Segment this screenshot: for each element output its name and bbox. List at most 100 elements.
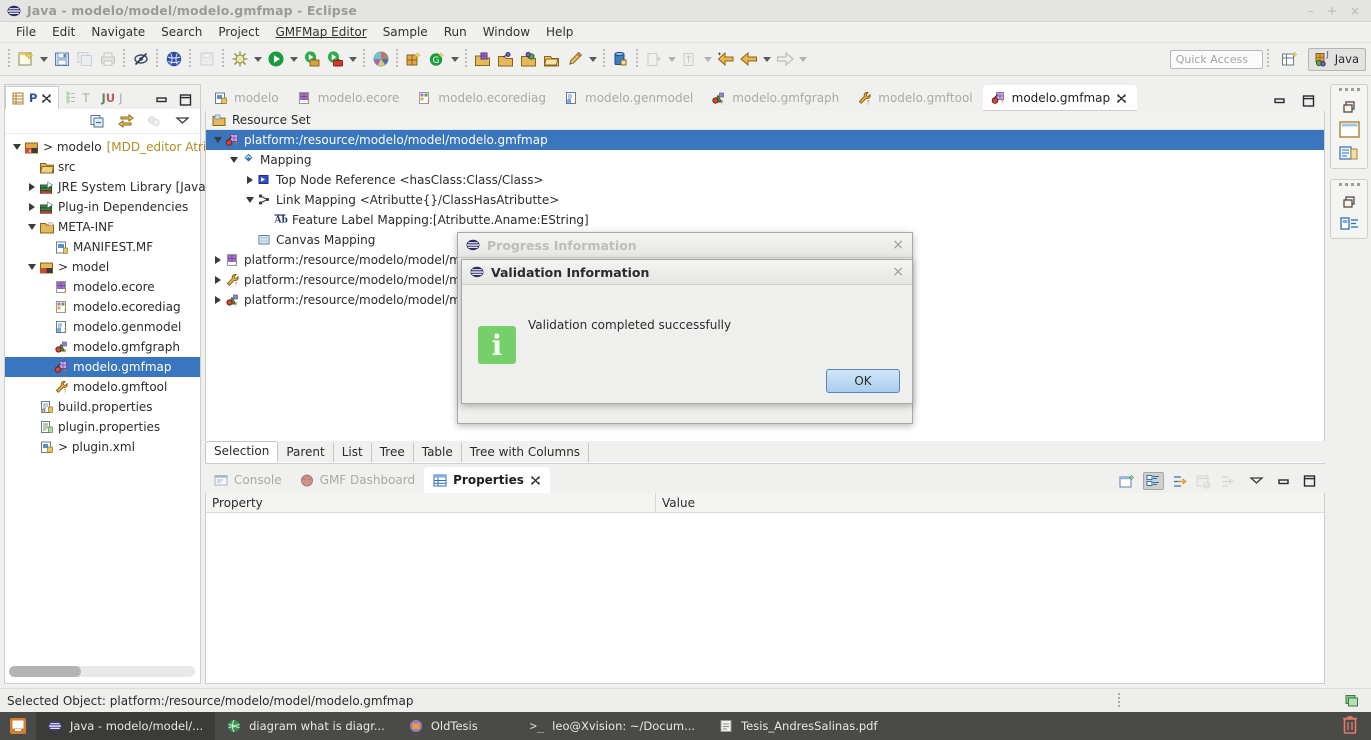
twisty-down-icon[interactable] <box>24 224 39 230</box>
minimize-icon[interactable] <box>1273 95 1286 107</box>
tab-table[interactable]: Table <box>414 443 462 462</box>
twisty-down-icon[interactable] <box>24 264 39 270</box>
filter-icon[interactable] <box>147 114 162 128</box>
import-dropdown[interactable] <box>701 47 714 72</box>
scrollbar-thumb[interactable] <box>9 666 81 677</box>
tab-modelo-gmfmap[interactable]: ? modelo.gmfmap <box>982 85 1138 111</box>
validation-information-dialog[interactable]: Validation Information × i Validation co… <box>461 259 913 404</box>
import-wizard-icon[interactable] <box>678 47 701 72</box>
twisty-right-icon[interactable] <box>210 276 225 284</box>
new-java-project-icon[interactable] <box>402 47 425 72</box>
export-dropdown[interactable] <box>665 47 678 72</box>
tab-junit[interactable]: JU J <box>95 86 128 109</box>
ok-button[interactable]: OK <box>826 369 900 393</box>
taskbar-item-pdf[interactable]: Tesis_AndresSalinas.pdf <box>707 712 889 740</box>
run-dropdown[interactable] <box>287 47 300 72</box>
project-tree-row[interactable]: ? modelo.ecorediag <box>5 297 200 317</box>
edit-paint-icon[interactable] <box>563 47 586 72</box>
minimize-icon[interactable] <box>155 94 168 106</box>
tab-modelo-ecore[interactable]: ? modelo.ecore <box>289 85 410 111</box>
app-launcher-icon[interactable] <box>0 712 36 740</box>
coverage-dropdown[interactable] <box>346 47 359 72</box>
export-wizard-icon[interactable] <box>642 47 665 72</box>
project-tree-row[interactable]: 0 build.properties <box>5 397 200 417</box>
project-tree-row[interactable]: ? modelo.gmftool <box>5 377 200 397</box>
show-categories-icon[interactable] <box>1143 472 1164 490</box>
menu-project[interactable]: Project <box>210 23 267 41</box>
tab-modelo-gmfgraph[interactable]: ? modelo.gmfgraph <box>703 85 849 111</box>
restore-icon[interactable] <box>1342 195 1357 209</box>
twisty-down-icon[interactable] <box>9 144 24 150</box>
tab-list[interactable]: List <box>334 443 372 462</box>
edit-paint-dropdown[interactable] <box>586 47 599 72</box>
open-type-icon[interactable] <box>162 47 185 72</box>
close-icon[interactable]: × <box>892 265 904 279</box>
twisty-right-icon[interactable] <box>24 203 39 211</box>
project-tree-row[interactable]: plugin.properties <box>5 417 200 437</box>
new-package-icon[interactable] <box>471 47 494 72</box>
maximize-icon[interactable] <box>179 94 192 106</box>
link-with-editor-icon[interactable] <box>118 114 134 128</box>
close-icon[interactable] <box>41 93 52 104</box>
new-annotation-icon[interactable]: G <box>425 47 448 72</box>
export-icon[interactable] <box>195 47 218 72</box>
taskbar-item-oldtesis[interactable]: OldTesis <box>397 712 490 740</box>
pin-icon[interactable] <box>1220 474 1236 489</box>
maximize-icon[interactable] <box>1303 475 1316 487</box>
close-icon[interactable]: × <box>892 238 904 252</box>
taskbar-item-browser[interactable]: diagram what is diagr... <box>215 712 397 740</box>
minimize-icon[interactable]: – <box>1308 5 1314 17</box>
menu-gmfmap-editor[interactable]: GMFMap Editor <box>267 23 374 41</box>
database-icon[interactable] <box>609 47 632 72</box>
project-tree-row[interactable]: MANIFEST.MF <box>5 237 200 257</box>
column-header-property[interactable]: Property <box>206 493 656 512</box>
tab-gmf-dashboard[interactable]: GMF Dashboard <box>291 467 424 493</box>
tab-project-explorer[interactable]: P <box>5 86 60 109</box>
minimize-icon[interactable] <box>1277 476 1290 487</box>
twisty-right-icon[interactable] <box>242 176 257 184</box>
editor-tree-row[interactable]: Ab Feature Label Mapping:[Atributte.Aname… <box>206 210 1324 230</box>
taskbar-item-terminal[interactable]: >_ leo@Xvision: ~/Docum... <box>490 712 707 740</box>
editor-tree-row[interactable]: Mapping <box>206 150 1324 170</box>
trash-icon[interactable] <box>1341 715 1371 738</box>
menu-file[interactable]: File <box>8 23 44 41</box>
project-tree-row[interactable]: src <box>5 157 200 177</box>
back-history-icon[interactable] <box>714 47 737 72</box>
project-tree-row[interactable]: x > modelo [MDD_editor Atribute] <box>5 137 238 157</box>
project-tree-row[interactable]: ? modelo.genmodel <box>5 317 200 337</box>
menu-run[interactable]: Run <box>436 23 475 41</box>
tab-type-hierarchy[interactable]: T <box>59 86 95 109</box>
save-all-icon[interactable] <box>73 47 96 72</box>
open-folder-icon[interactable] <box>540 47 563 72</box>
new-gmf-project-icon[interactable] <box>494 47 517 72</box>
close-icon[interactable] <box>530 475 541 486</box>
twisty-down-icon[interactable] <box>242 197 257 203</box>
new-property-sheet-icon[interactable] <box>1119 474 1135 489</box>
tab-properties[interactable]: Properties <box>424 467 550 493</box>
new-wizard-dropdown[interactable] <box>37 47 50 72</box>
debug-icon[interactable] <box>228 47 251 72</box>
tab-modelo-genmodel[interactable]: ? modelo.genmodel <box>556 85 703 111</box>
project-tree-row[interactable]: Plug-in Dependencies <box>5 197 200 217</box>
menu-sample[interactable]: Sample <box>375 23 436 41</box>
new-annotation-dropdown[interactable] <box>448 47 461 72</box>
tab-modelo-ecorediag[interactable]: ? modelo.ecorediag <box>409 85 556 111</box>
twisty-down-icon[interactable] <box>226 157 241 163</box>
back-icon[interactable] <box>737 47 760 72</box>
tab-console[interactable]: Console <box>205 467 291 493</box>
maximize-icon[interactable]: + <box>1327 5 1337 17</box>
menu-navigate[interactable]: Navigate <box>83 23 153 41</box>
project-tree-row[interactable]: > plugin.xml <box>5 437 200 457</box>
copy-windows-icon[interactable] <box>1345 694 1371 708</box>
project-tree-row[interactable]: ? modelo.gmfmap <box>5 357 200 377</box>
forward-icon[interactable] <box>773 47 796 72</box>
menu-search[interactable]: Search <box>153 23 210 41</box>
editor-tree-row[interactable]: Top Node Reference <hasClass:Class/Class… <box>206 170 1324 190</box>
color-palette-icon[interactable] <box>369 47 392 72</box>
restore-icon[interactable] <box>1342 100 1357 114</box>
twisty-right-icon[interactable] <box>210 256 225 264</box>
taskbar-item-eclipse[interactable]: Java - modelo/model/... <box>36 712 216 740</box>
drag-handle[interactable] <box>1338 183 1360 186</box>
editor-tree-row[interactable]: Link Mapping <Atributte{}/ClassHasAtribu… <box>206 190 1324 210</box>
perspective-java-button[interactable]: J Java <box>1307 47 1366 71</box>
